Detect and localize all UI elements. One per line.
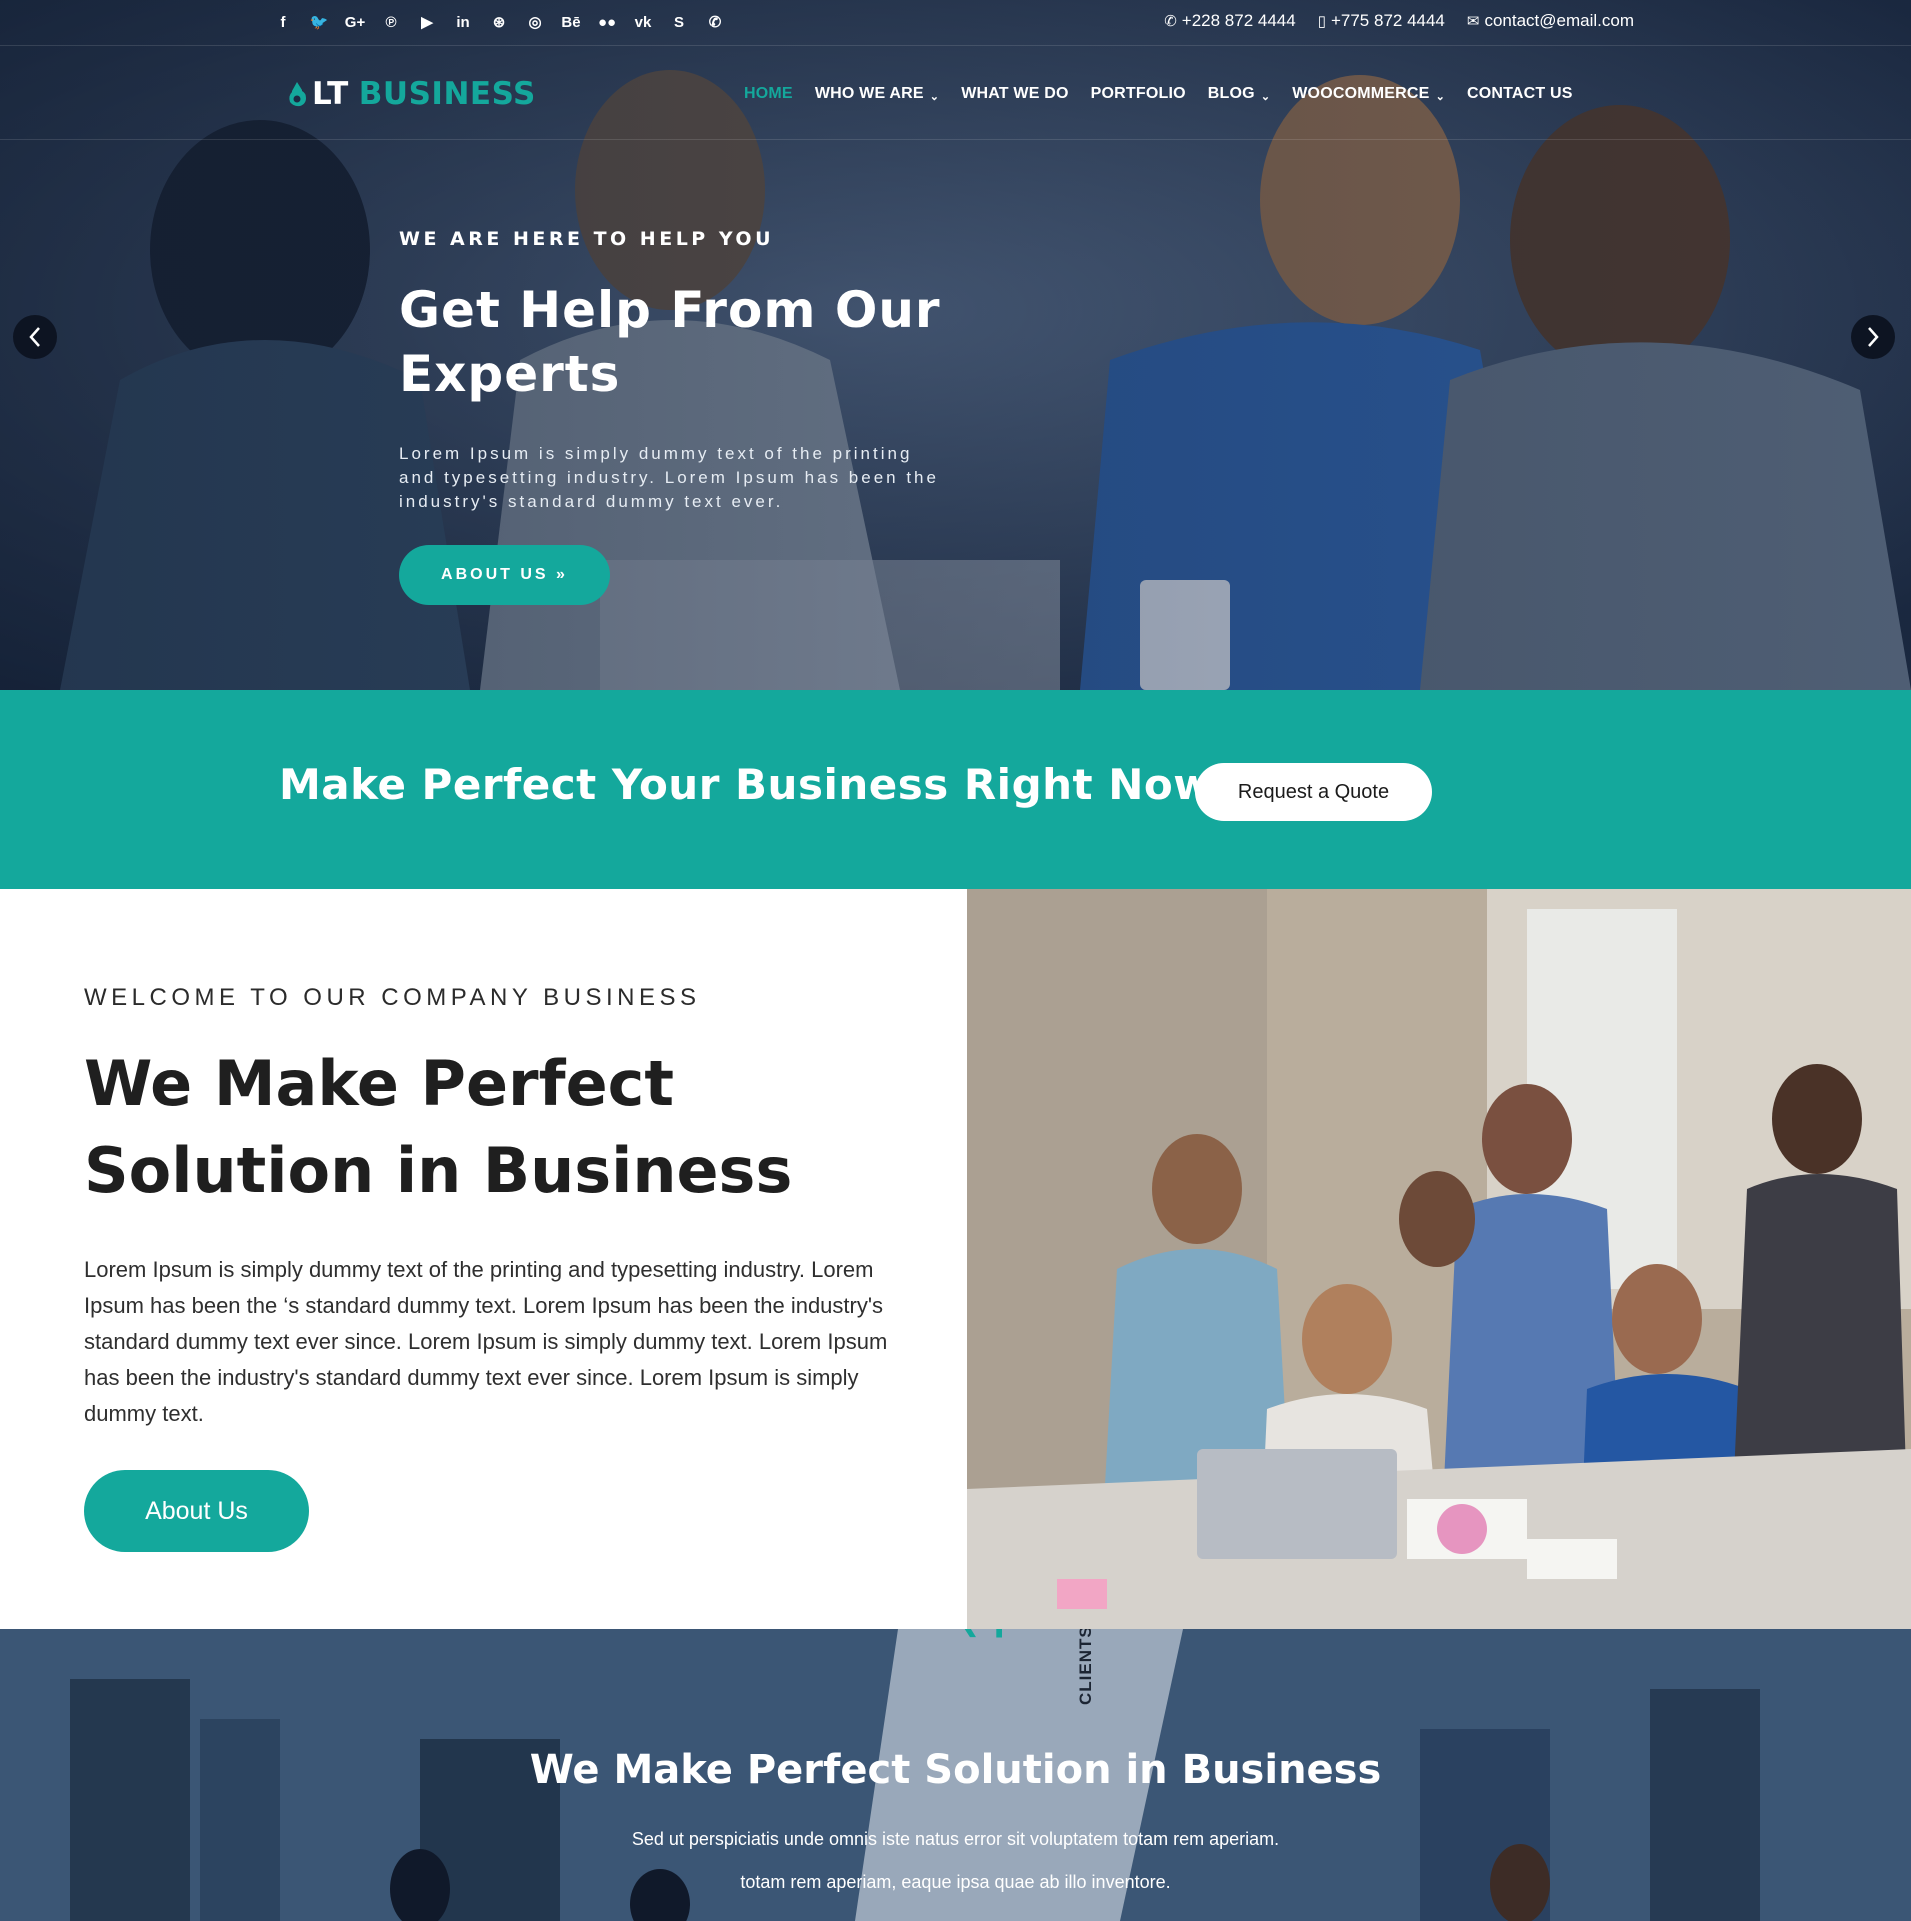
phone-icon: ✆ bbox=[1164, 13, 1177, 30]
whatsapp-icon[interactable]: ✆ bbox=[702, 11, 728, 33]
logo-drop-icon bbox=[289, 82, 306, 107]
hero-description-line-3: industry's standard dummy text ever. bbox=[399, 492, 784, 511]
nav-item-label: WHO WE ARE bbox=[814, 85, 924, 102]
vk-icon[interactable]: vk bbox=[630, 11, 656, 33]
pinterest-icon[interactable]: ℗ bbox=[378, 11, 404, 33]
hero-title: Get Help From Our Experts bbox=[399, 278, 1019, 406]
stats-description-line-2: totam rem aperiam, eaque ipsa quae ab il… bbox=[740, 1872, 1171, 1892]
chevron-down-icon: ⌄ bbox=[929, 90, 940, 103]
slider-prev-button[interactable] bbox=[13, 315, 57, 359]
main-menu: HOME WHO WE ARE ⌄ WHAT WE DO PORTFOLIO BLOG ⌄ W… bbox=[744, 82, 1573, 106]
stats-description-line-1: Sed ut perspiciatis unde omnis iste natu… bbox=[631, 1829, 1280, 1849]
flickr-icon[interactable]: ●● bbox=[594, 11, 620, 33]
team-celebration-image bbox=[967, 889, 1911, 1629]
clients-counter-label: CLIENTS bbox=[1076, 1629, 1095, 1705]
about-us-button[interactable]: About Us bbox=[84, 1470, 309, 1552]
nav-item-label: PORTFOLIO bbox=[1090, 85, 1186, 102]
linkedin-icon[interactable]: in bbox=[450, 11, 476, 33]
stats-section: 192 CLIENTS We Make Perfect Solution in … bbox=[0, 1629, 1911, 1921]
nav-item-portfolio[interactable]: PORTFOLIO bbox=[1091, 85, 1186, 103]
main-navbar: LT BUSINESS HOME WHO WE ARE ⌄ WHAT WE DO POR… bbox=[0, 47, 1911, 140]
email-address: contact@email.com bbox=[1484, 11, 1634, 30]
hero-description-line-2: and typesetting industry. Lorem Ipsum ha… bbox=[399, 468, 939, 487]
nav-item-label: HOME bbox=[744, 85, 793, 102]
facebook-icon[interactable]: f bbox=[270, 11, 296, 33]
nav-item-label: CONTACT US bbox=[1466, 85, 1573, 102]
about-title-line-2: Solution in Business bbox=[84, 1134, 793, 1207]
about-title: We Make Perfect Solution in Business bbox=[84, 1040, 904, 1214]
social-links: f 🐦 G+ ℗ ▶ in ⊛ ◎ Bē ●● vk S ✆ bbox=[270, 10, 728, 34]
nav-item-contact-us[interactable]: CONTACT US bbox=[1467, 85, 1573, 103]
logo-text-lt: LT bbox=[312, 76, 349, 112]
hero-title-line-2: Experts bbox=[399, 345, 621, 403]
twitter-icon[interactable]: 🐦 bbox=[306, 11, 332, 33]
hero-section: f 🐦 G+ ℗ ▶ in ⊛ ◎ Bē ●● vk S ✆ ✆ +228 872 4444 ▯ +77… bbox=[0, 0, 1911, 690]
nav-item-blog[interactable]: BLOG ⌄ bbox=[1208, 85, 1270, 103]
phone-number: +228 872 4444 bbox=[1181, 11, 1296, 30]
about-description: Lorem Ipsum is simply dummy text of the … bbox=[84, 1257, 888, 1426]
about-title-line-1: We Make Perfect bbox=[84, 1047, 675, 1120]
behance-icon[interactable]: Bē bbox=[558, 11, 584, 33]
skype-icon[interactable]: S bbox=[666, 11, 692, 33]
about-section: WELCOME TO OUR COMPANY BUSINESS We Make … bbox=[0, 889, 1911, 1629]
cta-title: Make Perfect Your Business Right Now! bbox=[279, 760, 1233, 809]
google-plus-icon[interactable]: G+ bbox=[342, 11, 368, 33]
logo-text-business: BUSINESS bbox=[358, 76, 536, 112]
mobile-number: +775 872 4444 bbox=[1330, 11, 1445, 30]
cta-banner: Make Perfect Your Business Right Now! Re… bbox=[0, 690, 1911, 889]
about-kicker: WELCOME TO OUR COMPANY BUSINESS bbox=[84, 984, 701, 1011]
mobile-contact[interactable]: ▯ +775 872 4444 bbox=[1318, 11, 1445, 31]
youtube-icon[interactable]: ▶ bbox=[414, 11, 440, 33]
clients-counter-value: 192 bbox=[950, 1629, 1015, 1641]
nav-item-what-we-do[interactable]: WHAT WE DO bbox=[961, 85, 1068, 103]
chevron-right-icon bbox=[1868, 327, 1879, 347]
hero-kicker: WE ARE HERE TO HELP YOU bbox=[399, 228, 774, 250]
contact-info: ✆ +228 872 4444 ▯ +775 872 4444 ✉ contac… bbox=[1164, 9, 1634, 33]
hero-description: Lorem Ipsum is simply dummy text of the … bbox=[399, 442, 1019, 514]
nav-item-woocommerce[interactable]: WOOCOMMERCE ⌄ bbox=[1292, 85, 1445, 103]
top-bar: f 🐦 G+ ℗ ▶ in ⊛ ◎ Bē ●● vk S ✆ ✆ +228 872 4444 ▯ +77… bbox=[0, 0, 1911, 46]
slider-next-button[interactable] bbox=[1851, 315, 1895, 359]
chevron-left-icon bbox=[29, 327, 40, 347]
instagram-icon[interactable]: ◎ bbox=[522, 11, 548, 33]
team-photo-illustration bbox=[967, 889, 1911, 1629]
nav-item-label: WHAT WE DO bbox=[961, 85, 1069, 102]
hero-title-line-1: Get Help From Our bbox=[399, 281, 941, 339]
about-content: WELCOME TO OUR COMPANY BUSINESS We Make … bbox=[84, 984, 904, 1432]
mobile-icon: ▯ bbox=[1317, 13, 1326, 30]
hero-description-line-1: Lorem Ipsum is simply dummy text of the … bbox=[399, 444, 913, 463]
nav-item-home[interactable]: HOME bbox=[744, 85, 793, 103]
site-logo[interactable]: LT BUSINESS bbox=[286, 74, 536, 114]
hero-content: WE ARE HERE TO HELP YOU Get Help From Ou… bbox=[399, 228, 1019, 514]
stats-title: We Make Perfect Solution in Business bbox=[529, 1747, 1382, 1793]
nav-item-label: BLOG bbox=[1207, 85, 1255, 102]
dribbble-icon[interactable]: ⊛ bbox=[486, 11, 512, 33]
email-contact[interactable]: ✉ contact@email.com bbox=[1467, 11, 1634, 31]
request-quote-button[interactable]: Request a Quote bbox=[1195, 763, 1432, 821]
envelope-icon: ✉ bbox=[1466, 13, 1480, 30]
chevron-down-icon: ⌄ bbox=[1435, 90, 1445, 103]
hero-about-us-button[interactable]: ABOUT US » bbox=[399, 545, 610, 605]
nav-item-who-we-are[interactable]: WHO WE ARE ⌄ bbox=[815, 85, 939, 103]
phone-contact[interactable]: ✆ +228 872 4444 bbox=[1164, 11, 1296, 31]
nav-item-label: WOOCOMMERCE bbox=[1292, 85, 1430, 102]
chevron-down-icon: ⌄ bbox=[1260, 90, 1271, 103]
